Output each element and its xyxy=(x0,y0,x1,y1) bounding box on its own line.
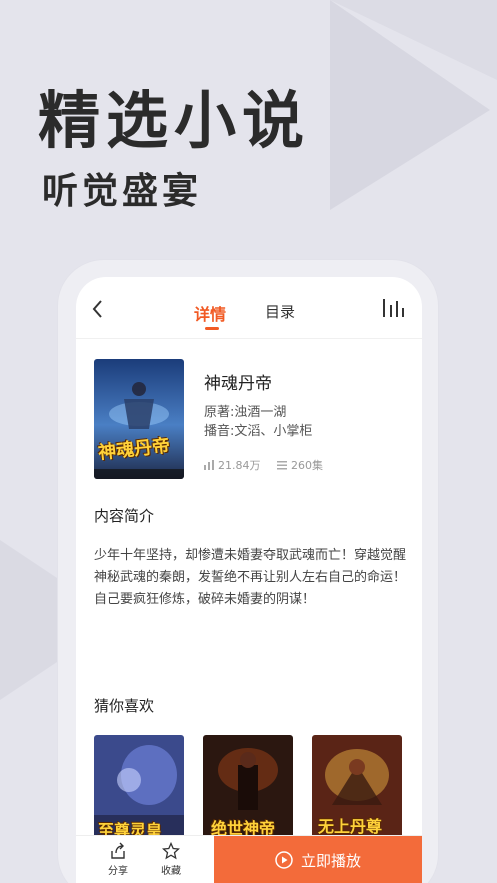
equalizer-icon[interactable] xyxy=(382,297,406,319)
bar-chart-icon xyxy=(204,460,214,470)
share-button[interactable]: 分享 xyxy=(98,842,138,877)
play-count: 21.84万 xyxy=(204,457,261,473)
recommend-item[interactable]: 无上丹尊 xyxy=(312,735,402,845)
recommend-heading: 猜你喜欢 xyxy=(94,697,155,715)
book-author: 原著:浊酒一湖 xyxy=(204,405,287,420)
favorite-button[interactable]: 收藏 xyxy=(151,842,191,877)
play-circle-icon xyxy=(275,851,293,869)
app-screen: 详情 目录 神魂丹帝 神魂丹帝 原著:浊酒一湖 播音:文滔、小掌柜 21.84万… xyxy=(76,277,422,883)
promo-headline: 精选小说 xyxy=(38,84,311,157)
play-count-value: 21.84万 xyxy=(218,459,261,472)
recommend-item[interactable]: 至尊灵皇 xyxy=(94,735,184,845)
chevron-left-icon[interactable] xyxy=(90,299,106,319)
intro-heading: 内容简介 xyxy=(94,507,155,525)
star-icon xyxy=(162,842,180,860)
tab-detail[interactable]: 详情 xyxy=(194,301,226,325)
list-icon xyxy=(277,461,287,470)
share-label: 分享 xyxy=(108,866,128,877)
episode-count: 260集 xyxy=(277,457,323,473)
book-cover[interactable]: 神魂丹帝 xyxy=(94,359,184,479)
top-bar: 详情 目录 xyxy=(76,277,422,339)
book-narrator: 播音:文滔、小掌柜 xyxy=(204,424,313,439)
play-now-button[interactable]: 立即播放 xyxy=(214,836,422,883)
recommend-cover-text: 无上丹尊 xyxy=(318,817,383,836)
tab-catalog[interactable]: 目录 xyxy=(265,301,295,322)
promo-subhead: 听觉盛宴 xyxy=(42,170,203,212)
recommend-item[interactable]: 绝世神帝 xyxy=(203,735,293,845)
episode-count-value: 260集 xyxy=(291,459,323,472)
favorite-label: 收藏 xyxy=(161,866,181,877)
intro-text: 少年十年坚持，却惨遭未婚妻夺取武魂而亡！穿越觉醒神秘武魂的秦朗，发誓绝不再让别人… xyxy=(94,548,407,607)
bottom-action-bar: 分享 收藏 立即播放 xyxy=(76,835,422,883)
book-title: 神魂丹帝 xyxy=(204,374,272,394)
play-now-label: 立即播放 xyxy=(300,851,361,870)
share-icon xyxy=(111,842,125,859)
tab-active-indicator xyxy=(205,327,219,330)
